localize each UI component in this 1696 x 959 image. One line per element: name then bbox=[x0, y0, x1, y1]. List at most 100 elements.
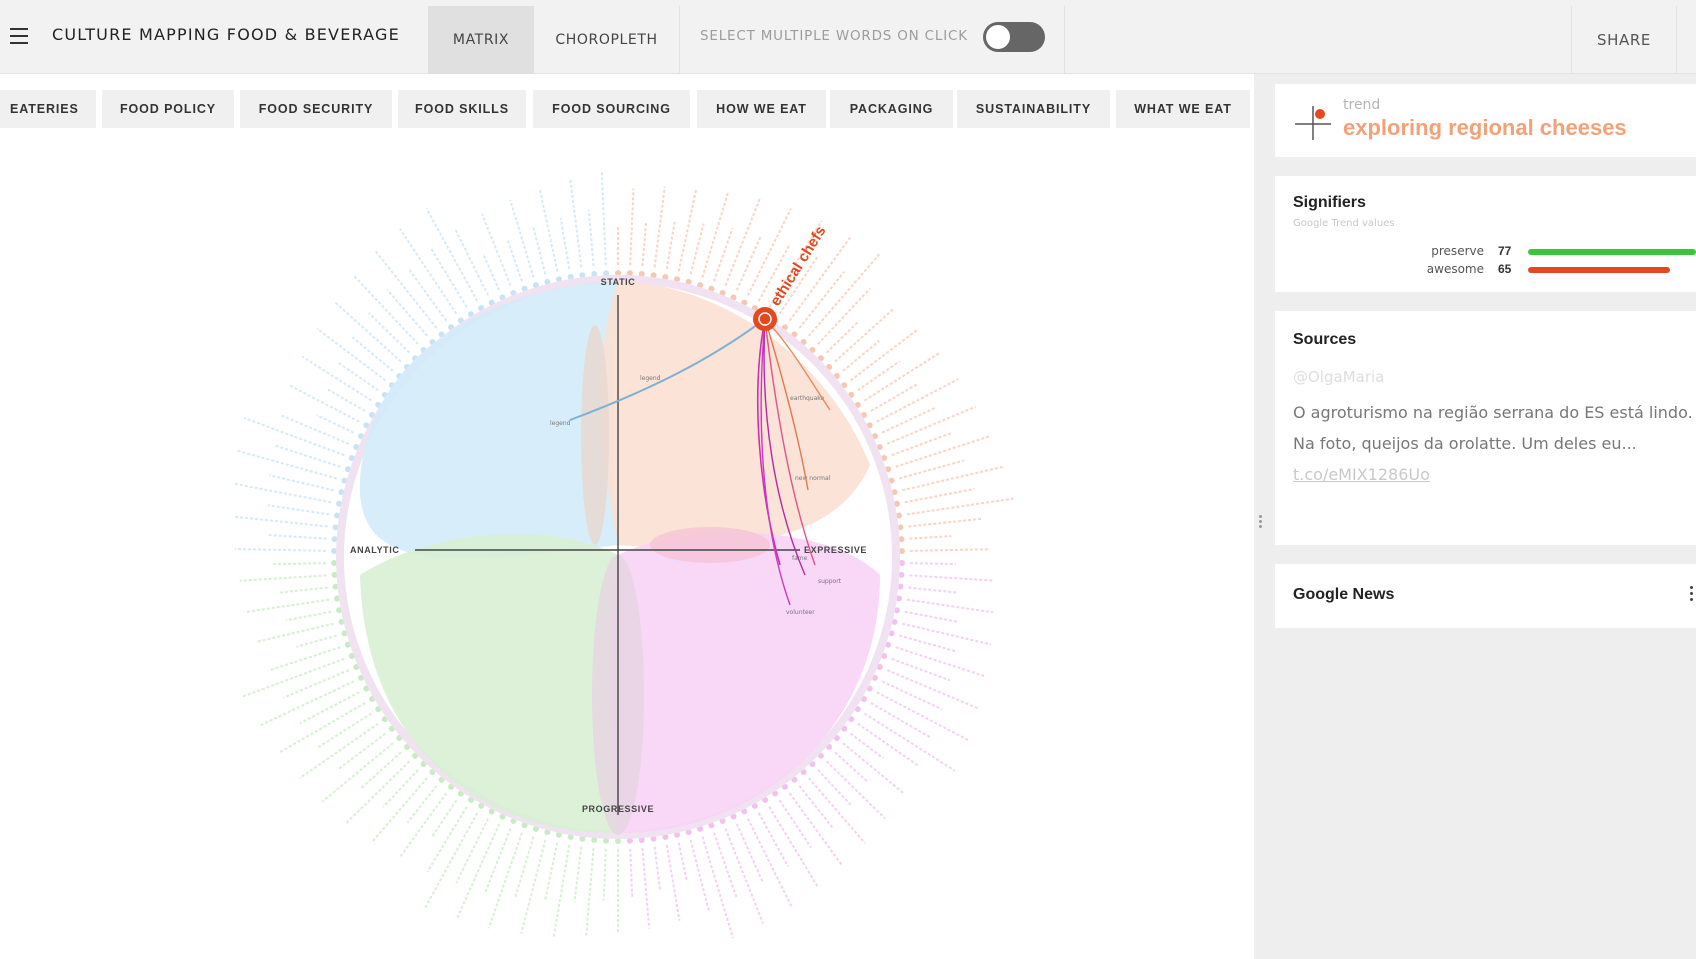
word-ray[interactable] bbox=[689, 839, 710, 911]
word-ray[interactable] bbox=[277, 586, 328, 594]
word-ray[interactable] bbox=[552, 844, 571, 937]
word-ray[interactable] bbox=[374, 250, 438, 329]
word-ray[interactable] bbox=[532, 227, 547, 275]
word-ray[interactable] bbox=[641, 222, 648, 267]
word-ray[interactable] bbox=[237, 449, 338, 480]
word-ray[interactable] bbox=[677, 842, 689, 882]
word-ray[interactable] bbox=[629, 848, 634, 897]
tab-choropleth[interactable]: CHOROPLETH bbox=[534, 6, 680, 74]
word-ray[interactable] bbox=[316, 414, 355, 434]
culture-matrix[interactable]: STATIC ANALYTIC EXPRESSIVE PROGRESSIVE l… bbox=[190, 135, 1070, 959]
multi-select-toggle[interactable] bbox=[983, 22, 1045, 52]
word-ray[interactable] bbox=[817, 769, 853, 807]
category-food-policy[interactable]: FOOD POLICY bbox=[102, 90, 234, 128]
word-ray[interactable] bbox=[895, 434, 992, 468]
word-ray[interactable] bbox=[235, 547, 327, 552]
word-ray[interactable] bbox=[272, 562, 327, 566]
word-ray[interactable] bbox=[573, 846, 583, 903]
word-ray[interactable] bbox=[724, 198, 761, 286]
word-ray[interactable] bbox=[906, 598, 994, 614]
word-ray[interactable] bbox=[543, 842, 559, 902]
word-ray[interactable] bbox=[842, 340, 880, 372]
word-ray[interactable] bbox=[909, 562, 956, 566]
word-ray[interactable] bbox=[353, 274, 419, 345]
source-link[interactable]: t.co/eMIX1286Uo bbox=[1293, 465, 1430, 484]
word-ray[interactable] bbox=[653, 186, 666, 268]
word-ray[interactable] bbox=[908, 586, 959, 594]
word-ray[interactable] bbox=[399, 228, 458, 315]
word-ray[interactable] bbox=[268, 534, 327, 540]
word-ray[interactable] bbox=[808, 252, 881, 337]
word-ray[interactable] bbox=[514, 836, 535, 899]
word-ray[interactable] bbox=[345, 760, 411, 824]
word-ray[interactable] bbox=[407, 267, 448, 322]
selected-word-node[interactable] bbox=[753, 307, 777, 331]
category-food-sourcing[interactable]: FOOD SOURCING bbox=[533, 90, 690, 128]
word-ray[interactable] bbox=[808, 777, 866, 844]
word-ray[interactable] bbox=[778, 799, 812, 849]
word-ray[interactable] bbox=[585, 847, 595, 937]
matrix-svg[interactable]: STATIC ANALYTIC EXPRESSIVE PROGRESSIVE l… bbox=[190, 135, 1070, 959]
word-ray[interactable] bbox=[321, 742, 394, 803]
word-ray[interactable] bbox=[701, 191, 730, 278]
word-ray[interactable] bbox=[282, 669, 350, 699]
word-ray[interactable] bbox=[509, 199, 535, 278]
word-ray[interactable] bbox=[870, 382, 920, 412]
word-ray[interactable] bbox=[735, 823, 765, 884]
word-ray[interactable] bbox=[256, 622, 334, 643]
word-ray[interactable] bbox=[520, 839, 547, 935]
word-ray[interactable] bbox=[484, 828, 512, 893]
word-ray[interactable] bbox=[653, 846, 662, 891]
news-more-icon[interactable] bbox=[1690, 586, 1696, 606]
word-ray[interactable] bbox=[506, 239, 523, 282]
word-ray[interactable] bbox=[713, 832, 738, 899]
word-ray[interactable] bbox=[898, 634, 956, 653]
tab-matrix[interactable]: MATRIX bbox=[428, 6, 534, 74]
word-ray[interactable] bbox=[430, 247, 468, 308]
word-ray[interactable] bbox=[600, 172, 607, 266]
category-packaging[interactable]: PACKAGING bbox=[830, 90, 953, 128]
word-ray[interactable] bbox=[906, 497, 1014, 516]
word-ray[interactable] bbox=[898, 459, 965, 480]
word-ray[interactable] bbox=[337, 361, 379, 392]
word-ray[interactable] bbox=[246, 598, 330, 613]
word-ray[interactable] bbox=[904, 487, 975, 504]
word-ray[interactable] bbox=[359, 751, 402, 790]
word-ray[interactable] bbox=[870, 702, 933, 739]
word-ray[interactable] bbox=[842, 742, 904, 794]
panel-resize-handle[interactable] bbox=[1259, 515, 1263, 529]
word-ray[interactable] bbox=[367, 312, 411, 354]
word-ray[interactable] bbox=[629, 188, 635, 266]
word-ray[interactable] bbox=[665, 221, 676, 270]
word-ray[interactable] bbox=[239, 574, 327, 582]
word-ray[interactable] bbox=[902, 622, 992, 646]
word-ray[interactable] bbox=[587, 210, 595, 267]
word-ray[interactable] bbox=[296, 634, 338, 648]
word-ray[interactable] bbox=[881, 680, 943, 711]
word-ray[interactable] bbox=[280, 414, 350, 445]
word-ray[interactable] bbox=[455, 818, 490, 884]
word-ray[interactable] bbox=[857, 360, 901, 392]
word-ray[interactable] bbox=[278, 702, 366, 754]
word-ray[interactable] bbox=[825, 321, 859, 354]
word-ray[interactable] bbox=[454, 229, 490, 296]
word-ray[interactable] bbox=[857, 722, 920, 767]
word-ray[interactable] bbox=[382, 769, 419, 808]
word-ray[interactable] bbox=[902, 465, 1004, 492]
hamburger-menu-icon[interactable] bbox=[6, 22, 34, 50]
share-button[interactable]: SHARE bbox=[1571, 6, 1677, 74]
word-ray[interactable] bbox=[426, 806, 468, 873]
word-ray[interactable] bbox=[333, 300, 402, 363]
word-ray[interactable] bbox=[268, 646, 341, 672]
word-ray[interactable] bbox=[757, 812, 789, 867]
word-ray[interactable] bbox=[289, 384, 360, 423]
word-ray[interactable] bbox=[909, 574, 993, 582]
word-ray[interactable] bbox=[386, 289, 428, 337]
word-ray[interactable] bbox=[423, 812, 479, 909]
word-ray[interactable] bbox=[641, 847, 651, 929]
word-ray[interactable] bbox=[337, 732, 387, 771]
word-ray[interactable] bbox=[886, 405, 977, 445]
word-ray[interactable] bbox=[482, 253, 501, 291]
word-ray[interactable] bbox=[602, 848, 607, 901]
word-ray[interactable] bbox=[351, 336, 394, 372]
